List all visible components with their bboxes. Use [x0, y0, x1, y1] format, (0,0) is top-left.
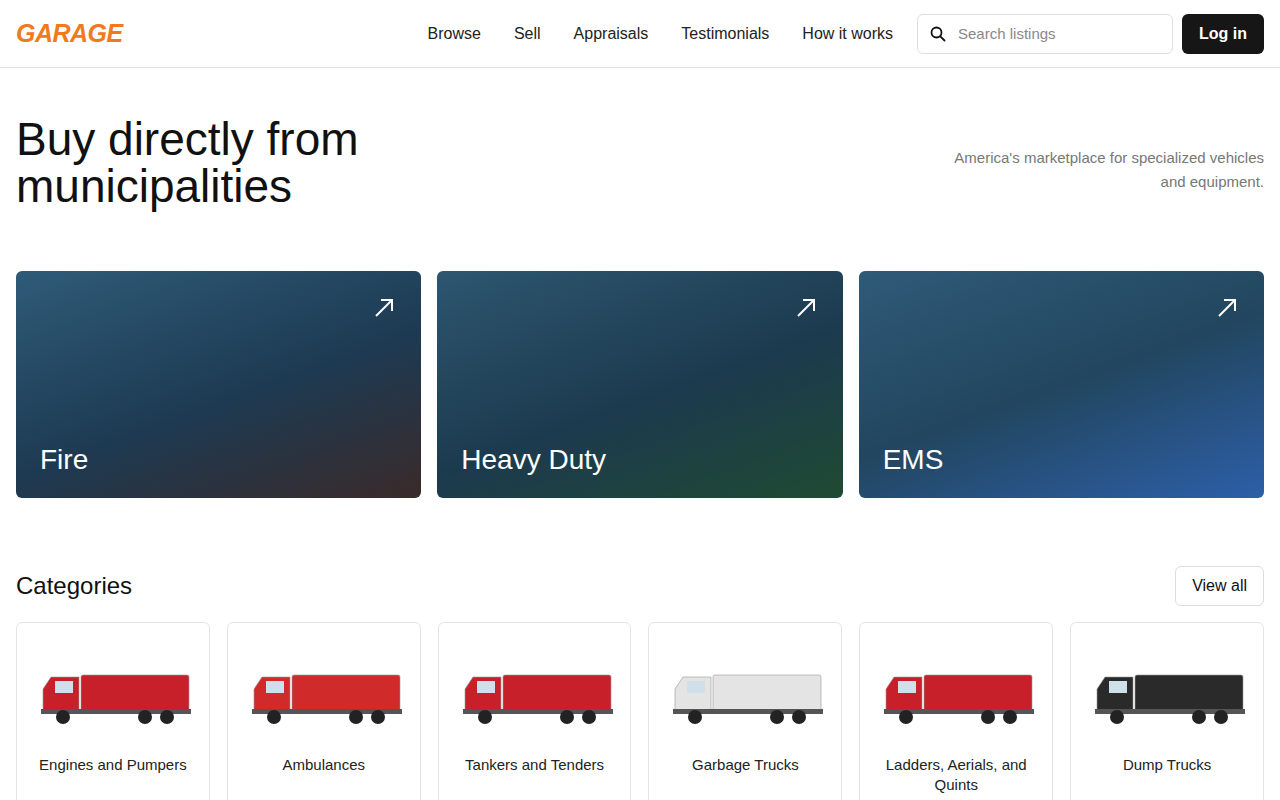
truck-icon [665, 667, 825, 727]
view-all-button[interactable]: View all [1175, 566, 1264, 606]
truck-icon [244, 667, 404, 727]
category-grid: Engines and Pumpers Ambulances Tankers and… [16, 622, 1264, 800]
category-label: Tankers and Tenders [465, 755, 604, 775]
hero: Buy directly from municipalities America'… [0, 68, 1280, 211]
truck-icon [33, 667, 193, 727]
nav-link[interactable]: Appraisals [574, 25, 649, 43]
nav-link[interactable]: Testimonials [681, 25, 769, 43]
page: GARAGE Browse Sell Appraisals Testimonials Ho… [0, 0, 1280, 800]
search-input[interactable] [956, 24, 1160, 43]
hero-tagline: America's marketplace for specialized ve… [944, 146, 1264, 194]
nav-link[interactable]: Sell [514, 25, 541, 43]
categories-header: Categories View all [16, 566, 1264, 606]
feature-label: Fire [40, 444, 88, 476]
feature-card[interactable]: Heavy Duty [437, 271, 842, 498]
category-label: Engines and Pumpers [39, 755, 187, 775]
arrow-up-right-icon [373, 297, 395, 319]
header: GARAGE Browse Sell Appraisals Testimonials Ho… [0, 0, 1280, 68]
category-card[interactable]: Garbage Trucks [648, 622, 842, 800]
hero-title: Buy directly from municipalities [16, 116, 446, 211]
arrow-up-right-icon [1216, 297, 1238, 319]
feature-card[interactable]: Fire [16, 271, 421, 498]
category-label: Ladders, Aerials, and Quints [868, 755, 1044, 796]
feature-label: EMS [883, 444, 944, 476]
category-card[interactable]: Ladders, Aerials, and Quints [859, 622, 1053, 800]
arrow-up-right-icon [795, 297, 817, 319]
category-label: Ambulances [282, 755, 365, 775]
category-card[interactable]: Tankers and Tenders [438, 622, 632, 800]
category-label: Dump Trucks [1123, 755, 1211, 775]
category-label: Garbage Trucks [692, 755, 799, 775]
nav-link[interactable]: How it works [802, 25, 893, 43]
nav-link[interactable]: Browse [428, 25, 481, 43]
truck-icon [876, 667, 1036, 727]
featured-cards: Fire Heavy Duty EMS [0, 211, 1280, 498]
feature-card[interactable]: EMS [859, 271, 1264, 498]
logo[interactable]: GARAGE [16, 19, 123, 48]
truck-icon [455, 667, 615, 727]
login-button[interactable]: Log in [1182, 14, 1264, 54]
search-field[interactable] [917, 14, 1173, 54]
categories-title: Categories [16, 572, 132, 600]
main-nav: Browse Sell Appraisals Testimonials How it w… [428, 25, 893, 43]
category-card[interactable]: Dump Trucks [1070, 622, 1264, 800]
feature-label: Heavy Duty [461, 444, 606, 476]
category-card[interactable]: Ambulances [227, 622, 421, 800]
categories: Categories View all Engines and Pumpers Amb… [0, 498, 1280, 800]
truck-icon [1087, 667, 1247, 727]
category-card[interactable]: Engines and Pumpers [16, 622, 210, 800]
magnifier-icon [930, 26, 946, 42]
